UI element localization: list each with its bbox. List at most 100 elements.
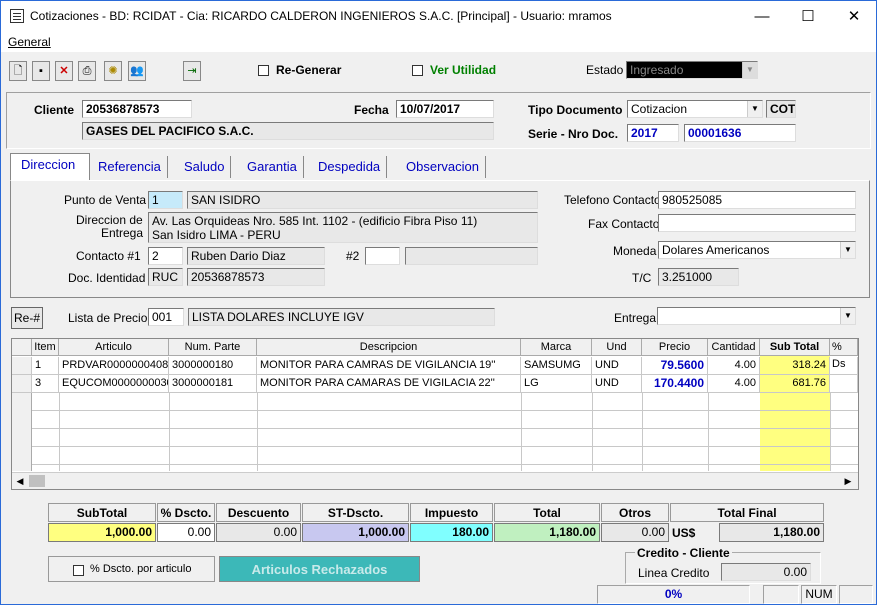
maximize-button[interactable]: ☐ xyxy=(785,1,831,32)
entrega-select[interactable]: ▼ xyxy=(657,307,856,325)
users-icon[interactable]: 👥 xyxy=(128,61,146,81)
estado-select[interactable]: Ingresado ▼ xyxy=(626,61,758,79)
table-cell[interactable]: UND xyxy=(592,357,642,375)
tc-label: T/C xyxy=(632,271,652,285)
cliente-name-field: GASES DEL PACIFICO S.A.C. xyxy=(82,122,494,140)
tab-observacion[interactable]: Observacion xyxy=(400,156,486,178)
tab-referencia[interactable]: Referencia xyxy=(92,156,168,178)
tc-field: 3.251000 xyxy=(658,268,739,286)
contacto2-code[interactable] xyxy=(365,247,400,265)
impuesto-value: 180.00 xyxy=(410,523,493,542)
items-grid: Item Articulo Num. Parte Descripcion Mar… xyxy=(11,338,859,490)
tab-garantia[interactable]: Garantia xyxy=(241,156,304,178)
table-cell[interactable]: MONITOR PARA CAMARAS DE VIGILACIA 22'' xyxy=(257,375,521,393)
lista-precio-code[interactable]: 001 xyxy=(148,308,184,326)
close-button[interactable]: ✕ xyxy=(831,1,877,32)
pct-dscto-value[interactable]: 0.00 xyxy=(157,523,215,542)
col-header-cantidad[interactable]: Cantidad xyxy=(708,339,760,356)
chevron-down-icon: ▼ xyxy=(840,308,855,324)
scroll-left-icon[interactable]: ◀ xyxy=(14,475,26,487)
tipo-doc-select[interactable]: Cotizacion ▼ xyxy=(627,100,763,118)
table-cell[interactable]: 1 xyxy=(32,357,59,375)
save-icon[interactable]: ▪ xyxy=(32,61,50,81)
re-number-button[interactable]: Re-# xyxy=(11,307,43,329)
ver-utilidad-checkbox[interactable] xyxy=(412,65,423,76)
table-cell[interactable]: MONITOR PARA CAMRAS DE VIGILANCIA 19'' xyxy=(257,357,521,375)
serie-label: Serie - Nro Doc. xyxy=(528,127,619,141)
moneda-value: Dolares Americanos xyxy=(662,243,770,257)
settings-icon[interactable]: ✺ xyxy=(104,61,122,81)
linea-credito-label: Linea Credito xyxy=(638,566,710,580)
currency-label: US$ xyxy=(672,526,696,540)
descuento-value: 0.00 xyxy=(216,523,301,542)
tab-saludo[interactable]: Saludo xyxy=(178,156,232,178)
col-header-pct-ds[interactable]: % Ds xyxy=(830,339,858,370)
total-final-header: Total Final xyxy=(670,503,824,522)
cliente-code-field[interactable]: 20536878573 xyxy=(82,100,192,118)
serie-field[interactable]: 2017 xyxy=(627,124,679,142)
print-icon[interactable]: ⎙ xyxy=(78,61,96,81)
fecha-field[interactable]: 10/07/2017 xyxy=(396,100,494,118)
menu-general[interactable]: General xyxy=(8,35,51,49)
punto-venta-code[interactable]: 1 xyxy=(148,191,183,209)
credito-title: Credito - Cliente xyxy=(635,546,732,560)
scroll-right-icon[interactable]: ▶ xyxy=(842,475,854,487)
row-selector[interactable] xyxy=(12,375,32,393)
exit-icon[interactable]: ⇥ xyxy=(183,61,201,81)
articulos-rechazados-button[interactable]: Articulos Rechazados xyxy=(219,556,420,582)
fax-label: Fax Contacto xyxy=(588,217,660,231)
entrega-label: Entrega xyxy=(614,311,657,325)
col-header-num-parte[interactable]: Num. Parte xyxy=(169,339,257,356)
table-cell[interactable]: 3000000180 xyxy=(169,357,257,375)
table-cell[interactable] xyxy=(830,357,858,375)
fax-field[interactable] xyxy=(658,214,856,232)
telefono-field[interactable]: 980525085 xyxy=(658,191,856,209)
dscto-articulo-checkbox[interactable] xyxy=(73,565,84,576)
horizontal-scrollbar[interactable]: ◀ ▶ xyxy=(12,472,858,489)
col-header-descripcion[interactable]: Descripcion xyxy=(257,339,521,356)
fecha-label: Fecha xyxy=(354,103,389,117)
table-cell[interactable]: 3 xyxy=(32,375,59,393)
table-cell[interactable]: 681.76 xyxy=(760,375,830,393)
table-cell[interactable]: 79.5600 xyxy=(642,357,708,375)
table-cell[interactable]: UND xyxy=(592,375,642,393)
contacto2-label: #2 xyxy=(346,249,360,263)
table-cell[interactable]: PRDVAR0000000408 xyxy=(59,357,169,375)
tab-direccion[interactable]: Direccion xyxy=(15,154,81,176)
table-cell[interactable]: 318.24 xyxy=(760,357,830,375)
grid-corner xyxy=(12,339,32,356)
regenerar-checkbox[interactable] xyxy=(258,65,269,76)
moneda-select[interactable]: Dolares Americanos ▼ xyxy=(658,241,856,259)
col-header-articulo[interactable]: Articulo xyxy=(59,339,169,356)
contacto-code[interactable]: 2 xyxy=(148,247,183,265)
delete-icon[interactable]: ✕ xyxy=(55,61,73,81)
new-doc-icon[interactable]: 🗋 xyxy=(9,61,27,81)
row-selector[interactable] xyxy=(12,357,32,375)
minimize-button[interactable]: — xyxy=(739,1,785,32)
otros-header: Otros xyxy=(601,503,669,522)
table-cell[interactable] xyxy=(830,375,858,393)
col-header-marca[interactable]: Marca xyxy=(521,339,592,356)
direccion-line-1: Av. Las Orquideas Nro. 585 Int. 1102 - (… xyxy=(152,214,478,228)
scroll-thumb[interactable] xyxy=(29,475,45,487)
table-cell[interactable]: EQUCOM0000000030 xyxy=(59,375,169,393)
table-cell[interactable]: LG xyxy=(521,375,592,393)
dscto-articulo-label: % Dscto. por articulo xyxy=(90,563,192,575)
col-header-item[interactable]: Item xyxy=(32,339,59,356)
total-header: Total xyxy=(494,503,600,522)
col-header-sub-total[interactable]: Sub Total xyxy=(760,339,830,356)
direccion-line-2: San Isidro LIMA - PERU xyxy=(152,228,281,242)
table-cell[interactable]: 4.00 xyxy=(708,375,760,393)
chevron-down-icon: ▼ xyxy=(747,101,762,117)
col-header-precio[interactable]: Precio xyxy=(642,339,708,356)
contacto2-name xyxy=(405,247,538,265)
nro-doc-field[interactable]: 00001636 xyxy=(684,124,796,142)
col-header-und[interactable]: Und xyxy=(592,339,642,356)
table-cell[interactable]: SAMSUMG xyxy=(521,357,592,375)
table-cell[interactable]: 4.00 xyxy=(708,357,760,375)
direccion-label-2: Entrega xyxy=(101,226,144,240)
tab-despedida[interactable]: Despedida xyxy=(312,156,388,178)
table-cell[interactable]: 170.4400 xyxy=(642,375,708,393)
table-cell[interactable]: 3000000181 xyxy=(169,375,257,393)
contacto-name: Ruben Dario Diaz xyxy=(187,247,325,265)
